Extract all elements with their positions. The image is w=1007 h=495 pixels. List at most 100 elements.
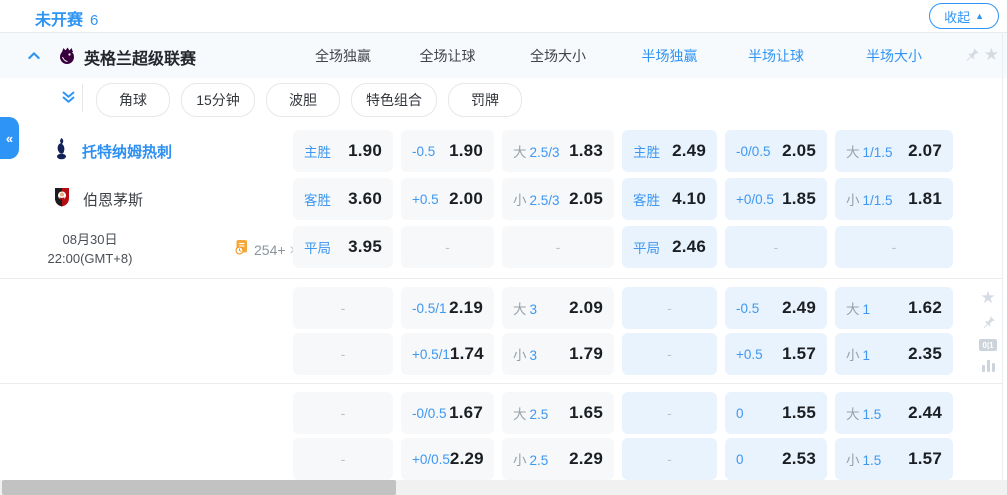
odds-cell[interactable]: 小1/1.51.81 [835, 178, 953, 220]
pin-icon[interactable] [964, 47, 980, 63]
col-header-fulltime-handicap[interactable]: 全场让球 [401, 46, 494, 66]
odds-selection-label: +0.5/1 [412, 347, 450, 362]
scrollbar-thumb[interactable] [2, 480, 396, 495]
odds-cell[interactable]: 平局2.46 [622, 226, 717, 268]
odds-value: 2.46 [672, 237, 706, 257]
col-header-fulltime-1x2[interactable]: 全场独赢 [293, 46, 393, 66]
odds-cell[interactable]: +0.5/11.74 [401, 333, 494, 375]
odds-cell[interactable]: 01.55 [725, 392, 827, 434]
odds-selection-label: 小2.5 [513, 449, 548, 469]
top-bar: 未开赛6 收起 ▲ [0, 0, 1007, 33]
odds-selection-label: 大2.5/3 [513, 141, 560, 161]
odds-selection-label: +0.5 [736, 347, 763, 362]
odds-selection-label: 0 [736, 406, 744, 421]
odds-selection-label: 小1/1.5 [846, 189, 893, 209]
odds-cell[interactable]: +0.51.57 [725, 333, 827, 375]
odds-row: -+0/0.52.29小2.52.29-02.53小1.51.57 [293, 438, 953, 480]
odds-cell[interactable]: 主胜2.49 [622, 130, 717, 172]
odds-cell[interactable]: 大2.51.65 [502, 392, 614, 434]
odds-cell[interactable]: 小2.5/32.05 [502, 178, 614, 220]
odds-value: 2.49 [672, 141, 706, 161]
odds-cell-empty: - [725, 226, 827, 268]
odds-selection-label: +0/0.5 [412, 452, 450, 467]
tab-special-combos[interactable]: 特色组合 [351, 83, 437, 117]
horizontal-scrollbar[interactable] [0, 480, 1007, 495]
odds-cell-empty: - [293, 392, 393, 434]
col-header-fulltime-overunder[interactable]: 全场大小 [502, 46, 614, 66]
star-icon[interactable]: ★ [980, 289, 995, 306]
market-pills: 角球 15分钟 波胆 特色组合 罚牌 [96, 83, 522, 117]
tab-15min[interactable]: 15分钟 [181, 83, 255, 117]
star-icon[interactable]: ★ [984, 46, 999, 63]
odds-cell[interactable]: 平局3.95 [293, 226, 393, 268]
tab-cards[interactable]: 罚牌 [448, 83, 522, 117]
odds-value: 1.85 [782, 189, 816, 209]
tab-corners[interactable]: 角球 [96, 83, 170, 117]
odds-selection-label: -0.5/1 [412, 301, 447, 316]
stats-chart-icon[interactable] [982, 360, 995, 372]
markets-doc-icon [234, 239, 250, 260]
odds-cell[interactable]: -0.5/12.19 [401, 287, 494, 329]
status-filter-not-started[interactable]: 未开赛6 [35, 6, 98, 30]
odds-cell[interactable]: -0.51.90 [401, 130, 494, 172]
odds-cell[interactable]: 主胜1.90 [293, 130, 393, 172]
odds-cell-empty: - [502, 226, 614, 268]
league-name: 英格兰超级联赛 [84, 45, 196, 69]
col-header-halftime-1x2[interactable]: 半场独赢 [622, 46, 717, 66]
odds-cell[interactable]: 小2.52.29 [502, 438, 614, 480]
divider [0, 383, 1002, 384]
caret-up-icon: ▲ [975, 12, 984, 21]
sidebar-collapse-tab[interactable]: « [0, 117, 19, 159]
odds-cell-empty: - [622, 287, 717, 329]
odds-value: 2.05 [782, 141, 816, 161]
odds-value: 2.09 [569, 298, 603, 318]
odds-cell[interactable]: 小1.5 1.57 [835, 438, 953, 480]
odds-row: --0/0.51.67大2.51.65-01.55大1.52.44 [293, 392, 953, 434]
odds-value: 2.19 [449, 298, 483, 318]
odds-row: 主胜1.90-0.51.90大2.5/31.83主胜2.49 -0/0.5 2.05… [293, 130, 953, 172]
odds-cell[interactable]: -0.52.49 [725, 287, 827, 329]
double-chevron-down-icon[interactable] [60, 89, 77, 111]
odds-selection-label: +0/0.5 [736, 192, 774, 207]
away-team-row[interactable]: 伯恩茅斯 [54, 178, 143, 220]
away-team-name: 伯恩茅斯 [83, 189, 143, 210]
odds-row: --0.5/12.19大32.09--0.52.49大11.62 [293, 287, 953, 329]
col-header-halftime-handicap[interactable]: 半场让球 [725, 46, 827, 66]
odds-cell[interactable]: 大11.62 [835, 287, 953, 329]
odds-cell[interactable]: 02.53 [725, 438, 827, 480]
odds-cell[interactable]: 小31.79 [502, 333, 614, 375]
odds-selection-label: 大3 [513, 298, 537, 318]
odds-cell[interactable]: 客胜3.60 [293, 178, 393, 220]
home-team-row[interactable]: 托特纳姆热刺 [54, 130, 172, 172]
odds-value: 1.74 [450, 344, 484, 364]
match-datetime: 08月30日 22:00(GMT+8) [14, 230, 166, 268]
odds-cell[interactable]: 客胜4.10 [622, 178, 717, 220]
score-badge-icon[interactable]: 0|1 [979, 339, 997, 351]
chevron-up-icon[interactable] [26, 48, 42, 64]
odds-cell[interactable]: 大1.52.44 [835, 392, 953, 434]
odds-cell[interactable]: +0/0.5 1.85 [725, 178, 827, 220]
odds-value: 1.57 [908, 449, 942, 469]
odds-selection-label: -0/0.5 [736, 144, 771, 159]
odds-row: -+0.5/11.74小31.79-+0.51.57小12.35 [293, 333, 953, 375]
collapse-button[interactable]: 收起 ▲ [929, 3, 999, 29]
odds-value: 2.00 [449, 189, 483, 209]
odds-cell[interactable]: +0/0.52.29 [401, 438, 494, 480]
odds-cell[interactable]: -0/0.5 2.05 [725, 130, 827, 172]
pin-icon[interactable] [981, 315, 996, 330]
odds-cell[interactable]: 大3 2.09 [502, 287, 614, 329]
match-tools-rail: ★ 0|1 [976, 289, 1000, 372]
odds-cell[interactable]: +0.52.00 [401, 178, 494, 220]
odds-cell[interactable]: 大1/1.52.07 [835, 130, 953, 172]
odds-selection-label: 小1.5 [846, 449, 881, 469]
col-header-halftime-overunder[interactable]: 半场大小 [835, 46, 953, 66]
odds-cell[interactable]: 小12.35 [835, 333, 953, 375]
odds-value: 2.35 [908, 344, 942, 364]
collapse-label: 收起 [944, 7, 970, 26]
odds-cell[interactable]: -0/0.51.67 [401, 392, 494, 434]
odds-cell[interactable]: 大2.5/31.83 [502, 130, 614, 172]
tab-correct-score[interactable]: 波胆 [266, 83, 340, 117]
odds-selection-label: 大2.5 [513, 403, 548, 423]
odds-row: 平局3.95--平局2.46-- [293, 226, 953, 268]
more-markets-link[interactable]: 254+ › [234, 239, 295, 260]
